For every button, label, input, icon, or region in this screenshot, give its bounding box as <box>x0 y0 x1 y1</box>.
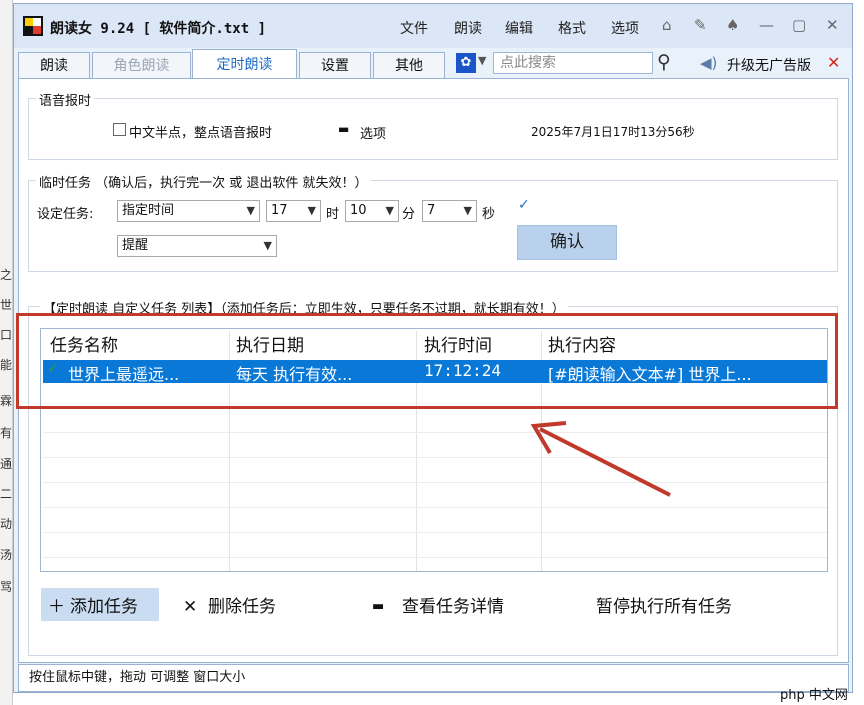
bg-char: 口 <box>0 328 13 342</box>
temp-task-title: 临时任务 （确认后，执行完一次 或 退出软件 就失效！） <box>36 172 371 191</box>
pin-icon[interactable]: ✎ <box>694 16 707 34</box>
action-select[interactable]: 提醒 ▼ <box>117 235 277 257</box>
menu-format[interactable]: 格式 <box>558 18 586 38</box>
tab-settings[interactable]: 设置 <box>299 52 371 78</box>
temp-task-group <box>28 180 838 272</box>
task-type-select[interactable]: 指定时间 ▼ <box>117 200 260 222</box>
bg-char: 霖 <box>0 394 13 408</box>
menu-edit[interactable]: 编辑 <box>505 18 533 38</box>
action-value: 提醒 <box>122 238 149 253</box>
voice-options-button[interactable]: 选项 <box>360 123 386 142</box>
chevron-down-icon: ▼ <box>463 204 472 217</box>
delete-task-button[interactable]: 删除任务 <box>208 592 276 622</box>
row-divider <box>43 457 827 458</box>
hour-value: 17 <box>271 203 288 218</box>
bg-char: 通 <box>0 457 13 471</box>
checkmark-icon: ✓ <box>518 197 530 213</box>
set-task-label: 设定任务: <box>37 207 94 222</box>
bg-char: 汤 <box>0 548 13 562</box>
speaker-icon: ◀) <box>700 54 718 72</box>
chevron-down-icon: ▼ <box>385 204 394 217</box>
pause-all-button[interactable]: 暂停执行所有任务 <box>596 592 732 622</box>
bg-char: 有 <box>0 426 13 440</box>
row-divider <box>43 482 827 483</box>
status-bar: 按住鼠标中键，拖动 可调整 窗口大小 <box>18 664 849 692</box>
close-icon[interactable]: ✕ <box>826 16 839 34</box>
second-value: 7 <box>427 203 436 218</box>
highlight-box <box>16 313 838 409</box>
search-icon[interactable]: ⚲ <box>657 51 671 73</box>
upgrade-link[interactable]: 升级无广告版 <box>727 55 811 75</box>
chevron-down-icon: ▼ <box>307 204 316 217</box>
close-ad-icon[interactable]: ✕ <box>827 53 840 72</box>
row-divider <box>43 557 827 558</box>
voice-time-checkbox-label: 中文半点，整点语音报时 <box>129 126 273 141</box>
chevron-down-icon: ▼ <box>263 239 272 252</box>
delete-icon: ✕ <box>183 597 198 617</box>
tab-role-read[interactable]: 角色朗读 <box>92 52 191 78</box>
row-divider <box>43 432 827 433</box>
task-type-value: 指定时间 <box>122 203 175 218</box>
second-unit: 秒 <box>482 207 496 222</box>
window-icon: ▬ <box>338 122 350 136</box>
menu-options[interactable]: 选项 <box>611 18 639 38</box>
window-icon: ▬ <box>372 599 385 614</box>
menu-file[interactable]: 文件 <box>400 18 428 38</box>
tab-read[interactable]: 朗读 <box>18 52 90 78</box>
voice-time-title: 语音报时 <box>36 90 95 109</box>
hour-select[interactable]: 17 ▼ <box>266 200 321 222</box>
row-divider <box>43 532 827 533</box>
menu-read[interactable]: 朗读 <box>454 18 482 38</box>
current-datetime: 2025年7月1日17时13分56秒 <box>531 125 695 139</box>
paw-icon[interactable]: ✿ <box>456 53 476 73</box>
add-task-button[interactable]: 添加任务 <box>70 592 138 622</box>
tab-timed-read[interactable]: 定时朗读 <box>192 49 297 79</box>
hour-unit: 时 <box>326 207 340 222</box>
plus-icon: ＋ <box>48 597 65 617</box>
second-select[interactable]: 7 ▼ <box>422 200 477 222</box>
minute-select[interactable]: 10 ▼ <box>345 200 399 222</box>
minute-unit: 分 <box>402 207 416 222</box>
tab-other[interactable]: 其他 <box>373 52 445 78</box>
watermark: php 中文网 <box>780 688 848 703</box>
background-window-strip <box>0 0 13 705</box>
bg-char: 之 <box>0 268 13 282</box>
minute-value: 10 <box>350 203 367 218</box>
search-engine-dropdown-icon[interactable]: ▼ <box>478 54 486 67</box>
view-details-button[interactable]: 查看任务详情 <box>402 592 504 622</box>
maximize-icon[interactable]: ▢ <box>792 16 806 34</box>
annotation-arrow <box>530 421 671 497</box>
row-divider <box>43 507 827 508</box>
bg-char: 二 <box>0 487 13 501</box>
home-icon[interactable]: ⌂ <box>662 16 672 34</box>
window-title: 朗读女 9.24 [ 软件简介.txt ] <box>50 21 267 37</box>
bg-char: 能 <box>0 358 13 372</box>
bg-char: 动 <box>0 517 13 531</box>
shirt-icon[interactable]: ♠ <box>726 16 739 34</box>
confirm-button[interactable]: 确认 <box>517 225 617 260</box>
chevron-down-icon: ▼ <box>246 204 255 217</box>
search-input[interactable]: 点此搜索 <box>493 52 653 74</box>
bg-char: 骂 <box>0 580 13 594</box>
app-logo-icon <box>23 16 43 36</box>
voice-time-checkbox[interactable] <box>113 123 126 136</box>
minimize-icon[interactable]: — <box>759 16 774 34</box>
bg-char: 世 <box>0 298 13 312</box>
